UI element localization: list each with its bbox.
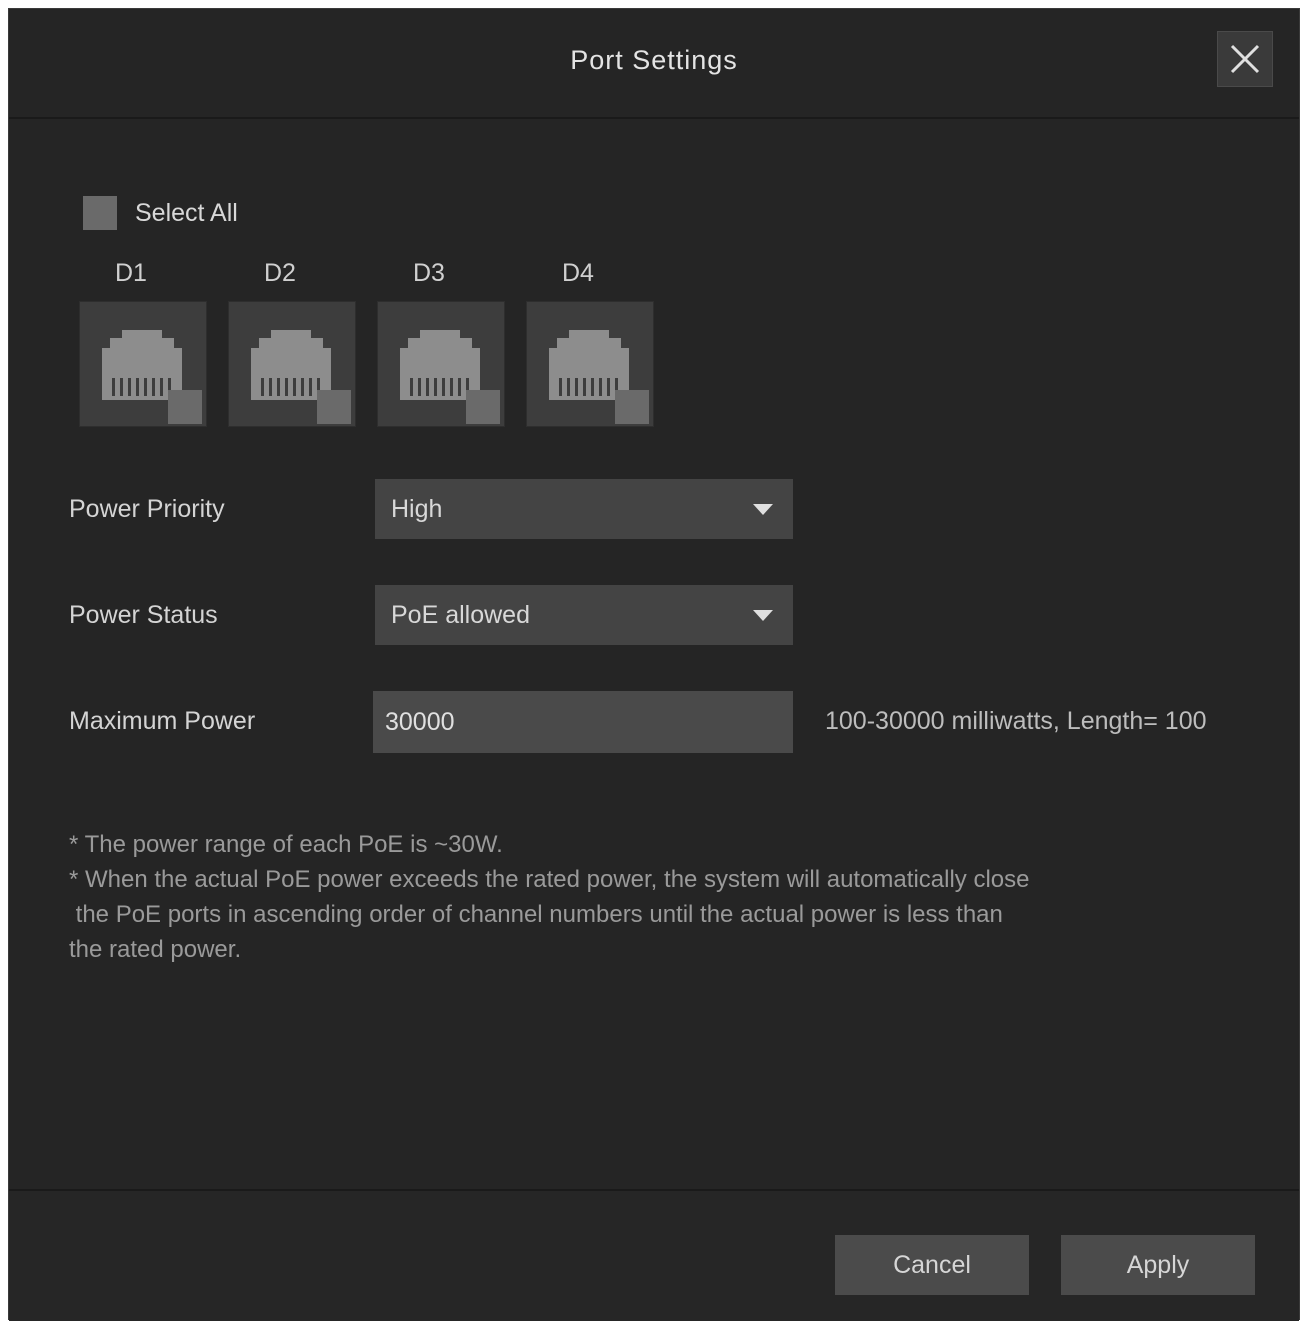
port-tile-d1[interactable] bbox=[79, 301, 207, 427]
power-priority-value: High bbox=[391, 495, 443, 523]
select-all-checkbox[interactable] bbox=[83, 196, 117, 230]
port-label: D3 bbox=[413, 259, 445, 287]
notes: * The power range of each PoE is ~30W. *… bbox=[69, 827, 1259, 967]
port-d1: D1 bbox=[79, 255, 211, 427]
port-label: D4 bbox=[562, 259, 594, 287]
dialog-title: Port Settings bbox=[570, 45, 738, 75]
note-line: * When the actual PoE power exceeds the … bbox=[69, 866, 1030, 893]
port-tile-d3[interactable] bbox=[377, 301, 505, 427]
port-checkbox[interactable] bbox=[168, 390, 202, 424]
power-priority-label: Power Priority bbox=[69, 495, 225, 523]
port-checkbox[interactable] bbox=[615, 390, 649, 424]
maximum-power-input[interactable] bbox=[373, 691, 793, 753]
maximum-power-label: Maximum Power bbox=[69, 707, 256, 735]
power-priority-select[interactable]: High bbox=[375, 479, 793, 539]
port-tile-d2[interactable] bbox=[228, 301, 356, 427]
port-label: D2 bbox=[264, 259, 296, 287]
port-tile-d4[interactable] bbox=[526, 301, 654, 427]
power-status-value: PoE allowed bbox=[391, 601, 530, 629]
power-status-label: Power Status bbox=[69, 601, 218, 629]
close-icon bbox=[1230, 44, 1260, 74]
dialog-header: Port Settings bbox=[9, 9, 1299, 119]
power-status-select[interactable]: PoE allowed bbox=[375, 585, 793, 645]
note-line: the rated power. bbox=[69, 936, 242, 963]
port-d2: D2 bbox=[228, 255, 360, 427]
note-line: * The power range of each PoE is ~30W. bbox=[69, 831, 503, 858]
select-all[interactable]: Select All bbox=[83, 195, 238, 231]
maximum-power-hint: 100-30000 milliwatts, Length= 100 bbox=[825, 707, 1207, 735]
note-line: the PoE ports in ascending order of chan… bbox=[69, 901, 1003, 928]
apply-button[interactable]: Apply bbox=[1061, 1235, 1255, 1295]
port-settings-dialog: Port Settings Select All D1 D2 D3 D4 Pow… bbox=[8, 8, 1300, 1321]
port-label: D1 bbox=[115, 259, 147, 287]
port-d3: D3 bbox=[377, 255, 509, 427]
close-button[interactable] bbox=[1217, 31, 1273, 87]
cancel-button[interactable]: Cancel bbox=[835, 1235, 1029, 1295]
chevron-down-icon bbox=[753, 504, 773, 515]
port-d4: D4 bbox=[526, 255, 658, 427]
select-all-label: Select All bbox=[135, 198, 238, 227]
port-checkbox[interactable] bbox=[317, 390, 351, 424]
dialog-footer: Cancel Apply bbox=[9, 1189, 1299, 1321]
chevron-down-icon bbox=[753, 610, 773, 621]
port-checkbox[interactable] bbox=[466, 390, 500, 424]
